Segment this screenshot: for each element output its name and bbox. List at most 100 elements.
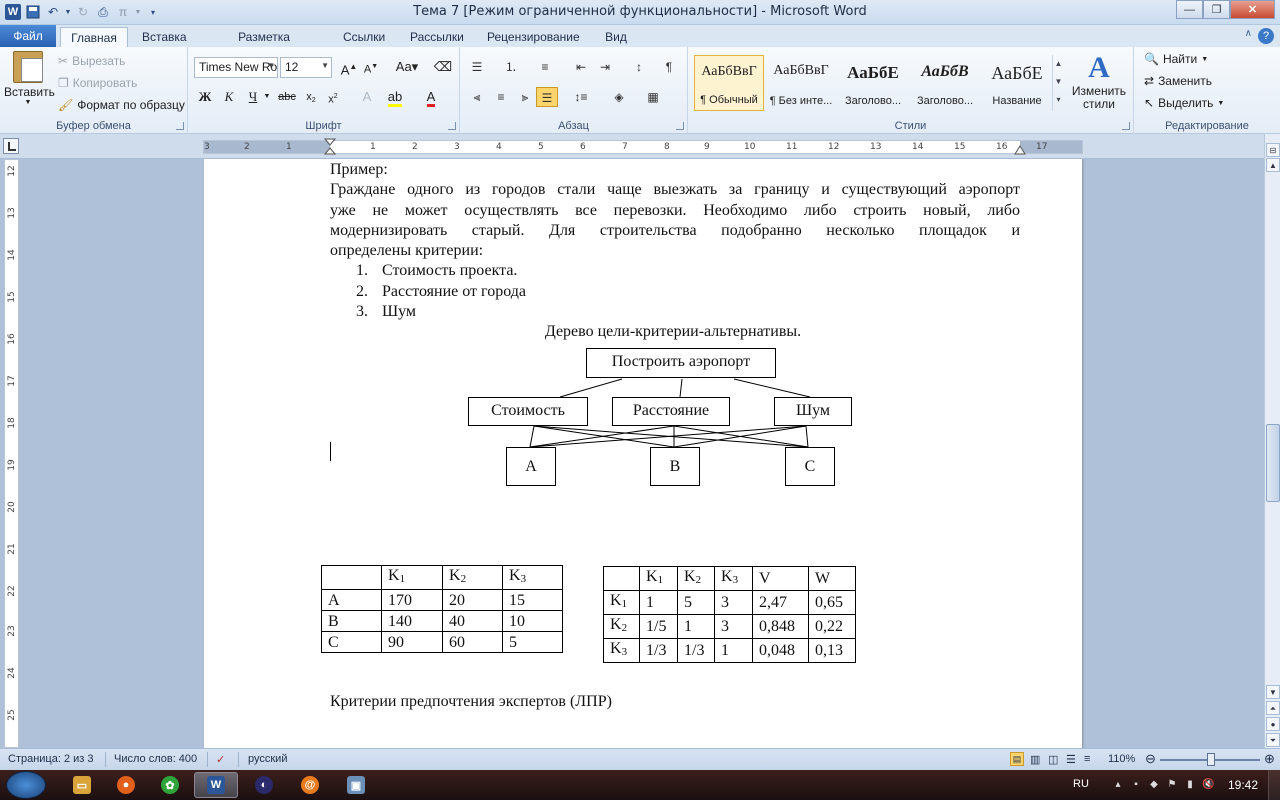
paragraph-launcher-icon[interactable] xyxy=(676,122,684,130)
find-button[interactable]: 🔍 Найти ▼ xyxy=(1144,52,1208,66)
taskbar-mail-agent[interactable]: @ xyxy=(288,772,332,798)
scroll-down-icon[interactable]: ▼ xyxy=(1053,73,1064,91)
multilevel-list-icon[interactable]: ≡ xyxy=(534,57,556,77)
cut-button[interactable]: ✂ Вырезать xyxy=(58,52,125,70)
page-indicator[interactable]: Страница: 2 из 3 xyxy=(8,753,94,765)
flag-icon[interactable]: ⚑ xyxy=(1166,779,1178,791)
keyboard-language[interactable]: RU xyxy=(1073,778,1089,790)
taskbar-window[interactable]: ▣ xyxy=(334,772,378,798)
shading-icon[interactable]: ◈ xyxy=(608,87,630,107)
browse-object-icon[interactable]: ● xyxy=(1266,717,1280,731)
draft-view-icon[interactable]: ≡ xyxy=(1084,753,1090,765)
justify-icon[interactable]: ☰ xyxy=(536,87,558,107)
styles-launcher-icon[interactable] xyxy=(1122,122,1130,130)
align-center-icon[interactable]: ≡ xyxy=(490,87,512,107)
close-button[interactable]: ✕ xyxy=(1230,0,1275,19)
format-painter-button[interactable]: 🖌 Формат по образцу xyxy=(58,96,185,114)
select-button[interactable]: ↖ Выделить ▼ xyxy=(1144,96,1224,110)
shrink-font-icon[interactable]: A▼ xyxy=(360,57,382,77)
taskbar-word[interactable]: W xyxy=(194,772,238,798)
increase-indent-icon[interactable]: ⇥ xyxy=(594,57,616,77)
underline-icon[interactable]: Ч xyxy=(242,87,264,107)
italic-icon[interactable]: К xyxy=(218,87,240,107)
taskbar-icq[interactable]: ✿ xyxy=(148,772,192,798)
tab-references[interactable]: Ссылки xyxy=(343,27,385,47)
taskbar-firefox[interactable]: ● xyxy=(104,772,148,798)
styles-gallery-scroll[interactable]: ▲ ▼ ▾ xyxy=(1052,55,1064,111)
zoom-slider-thumb[interactable] xyxy=(1207,753,1215,766)
font-color-icon[interactable]: A xyxy=(420,87,442,107)
decrease-indent-icon[interactable]: ⇤ xyxy=(570,57,592,77)
tab-insert[interactable]: Вставка xyxy=(142,27,187,47)
scroll-up-icon[interactable]: ▲ xyxy=(1266,158,1280,172)
replace-button[interactable]: ⇄ Заменить xyxy=(1144,74,1212,88)
bullets-icon[interactable]: ☰ xyxy=(466,57,488,77)
font-name-combo[interactable]: Times New Ro ▼ xyxy=(194,57,278,78)
show-marks-icon[interactable]: ¶ xyxy=(658,57,680,77)
style-heading-2[interactable]: АаБбВ Заголово... xyxy=(910,55,980,111)
clipboard-launcher-icon[interactable] xyxy=(176,122,184,130)
tray-expand-icon[interactable]: ▴ xyxy=(1112,779,1124,791)
zoom-in-icon[interactable]: ⊕ xyxy=(1264,751,1275,767)
restore-button[interactable]: ❐ xyxy=(1203,0,1230,19)
print-layout-icon[interactable]: ▤ xyxy=(1010,752,1024,766)
full-screen-reading-icon[interactable]: ▥ xyxy=(1030,753,1040,766)
scroll-up-icon[interactable]: ▲ xyxy=(1053,55,1064,73)
numbering-icon[interactable]: ⒈ xyxy=(500,57,522,77)
word-count[interactable]: Число слов: 400 xyxy=(114,753,197,765)
highlight-icon[interactable]: ab xyxy=(384,87,406,107)
tab-file[interactable]: Файл xyxy=(0,25,56,47)
help-icon[interactable]: ? xyxy=(1258,28,1274,44)
network-icon[interactable]: ▮ xyxy=(1184,779,1196,791)
underline-dropdown-icon[interactable]: ▼ xyxy=(262,87,272,107)
taskbar-explorer[interactable]: ▭ xyxy=(60,772,104,798)
more-styles-icon[interactable]: ▾ xyxy=(1053,91,1064,109)
tab-mailings[interactable]: Рассылки xyxy=(410,27,464,47)
font-size-combo[interactable]: 12 ▼ xyxy=(280,57,332,78)
align-left-icon[interactable]: ⫷ xyxy=(466,87,488,107)
ruler-toggle-icon[interactable]: ⊟ xyxy=(1266,143,1280,157)
language-indicator[interactable]: русский xyxy=(248,753,287,765)
subscript-icon[interactable]: x2 xyxy=(300,87,322,107)
change-styles-button[interactable]: A Изменить стили xyxy=(1068,51,1130,111)
strikethrough-icon[interactable]: abc xyxy=(276,87,298,107)
bold-icon[interactable]: Ж xyxy=(194,87,216,107)
zoom-out-icon[interactable]: ⊖ xyxy=(1145,751,1156,767)
font-size-dropdown-icon[interactable]: ▼ xyxy=(321,61,329,70)
minimize-ribbon-icon[interactable]: ∧ xyxy=(1245,28,1252,39)
previous-page-icon[interactable]: ⏶ xyxy=(1266,701,1280,715)
align-right-icon[interactable]: ⫸ xyxy=(514,87,536,107)
document-page[interactable]: Пример: Граждане одного из городов стали… xyxy=(204,159,1082,748)
vertical-ruler[interactable]: 12 13 14 15 16 17 18 19 20 21 22 23 24 2… xyxy=(4,159,19,748)
tray-app-icon[interactable]: ▪ xyxy=(1130,779,1142,791)
tab-view[interactable]: Вид xyxy=(605,27,627,47)
change-case-icon[interactable]: Aa▾ xyxy=(392,57,422,77)
find-dropdown-icon[interactable]: ▼ xyxy=(1201,56,1208,63)
proofing-icon[interactable]: ✓ xyxy=(216,753,225,766)
indent-marker-icon[interactable] xyxy=(324,138,336,156)
web-layout-icon[interactable]: ◫ xyxy=(1048,753,1058,766)
alternatives-table[interactable]: K1 K2 K3 A 170 20 15 B 140 40 10 C 90 60… xyxy=(321,565,563,653)
tab-home[interactable]: Главная xyxy=(60,27,128,47)
scrollbar-thumb[interactable] xyxy=(1266,424,1280,502)
copy-button[interactable]: ❐ Копировать xyxy=(58,74,137,92)
font-launcher-icon[interactable] xyxy=(448,122,456,130)
style-no-spacing[interactable]: АаБбВвГ ¶ Без инте... xyxy=(766,55,836,111)
scroll-down-icon[interactable]: ▼ xyxy=(1266,685,1280,699)
taskbar-eclipse[interactable]: ◐ xyxy=(242,772,286,798)
minimize-button[interactable]: — xyxy=(1176,0,1203,19)
sort-icon[interactable]: ↕ xyxy=(628,57,650,77)
superscript-icon[interactable]: x2 xyxy=(322,87,344,107)
tab-page-layout[interactable]: Разметка страницы xyxy=(212,27,316,58)
right-indent-marker-icon[interactable] xyxy=(1014,145,1026,155)
zoom-level[interactable]: 110% xyxy=(1108,753,1135,765)
next-page-icon[interactable]: ⏷ xyxy=(1266,733,1280,747)
font-name-dropdown-icon[interactable]: ▼ xyxy=(267,61,275,70)
tray-app-icon[interactable]: ◆ xyxy=(1148,779,1160,791)
style-heading-1[interactable]: АаБбЕ Заголово... xyxy=(838,55,908,111)
start-button[interactable] xyxy=(6,771,46,799)
show-desktop-button[interactable] xyxy=(1268,770,1280,800)
borders-icon[interactable]: ▦ xyxy=(642,87,664,107)
style-normal[interactable]: АаБбВвГ ¶ Обычный xyxy=(694,55,764,111)
horizontal-ruler[interactable]: 3 2 1 1 2 3 4 5 6 7 8 9 10 11 12 13 14 1… xyxy=(203,138,1083,156)
